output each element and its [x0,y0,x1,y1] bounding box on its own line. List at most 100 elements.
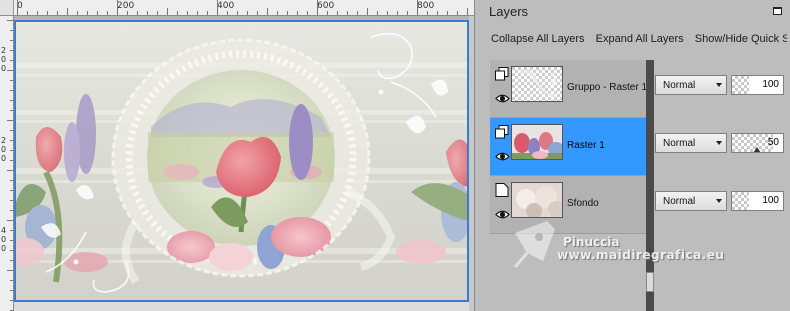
opacity-slider[interactable]: 50 [731,133,784,153]
group-layer-icon [495,125,509,139]
vertical-ruler: 2 0 0 2 0 0 4 0 0 [0,16,14,311]
ruler-label: 0 [1,154,7,163]
layer-controls-sfondo: Normal 100 [655,191,790,213]
layer-row-raster-1[interactable]: Raster 1 [490,118,646,176]
ruler-label: 0 [1,145,7,154]
ruler-label: 2 [1,136,7,145]
ruler-tick [10,250,13,251]
layer-controls-gruppo-raster-1: Normal 100 [655,75,790,97]
ruler-tick [10,300,13,301]
horizontal-scrollbar[interactable] [14,302,470,311]
group-layer-icon [495,67,509,81]
ruler-tick [177,11,178,15]
ruler-tick [457,11,458,15]
restore-window-icon[interactable] [773,7,782,15]
blend-mode-value: Normal [663,80,696,91]
ruler-tick [397,11,398,15]
show-hide-quick-button[interactable]: Show/Hide Quick S [695,33,787,45]
watermark: Pinuccia www.maidiregrafica.eu [505,215,765,275]
layer-thumbnail [511,66,563,102]
ruler-tick [347,11,348,15]
canvas-panel: 0 200 400 600 800 2 0 0 2 0 0 4 0 0 [0,0,474,311]
ruler-tick [407,11,408,15]
layer-row-gruppo-raster-1[interactable]: Gruppo - Raster 1 [490,60,647,118]
scrollbar-thumb[interactable] [646,272,654,292]
visibility-eye-icon[interactable] [495,93,510,104]
ruler-tick [17,0,18,15]
ruler-tick [147,11,148,15]
ruler-tick [327,11,328,15]
ruler-tick [37,11,38,15]
ruler-tick [207,11,208,15]
layer-controls-raster-1: Normal 50 [655,133,790,155]
ruler-corner [0,0,14,15]
artwork [16,22,467,300]
ruler-label: 0 [1,235,7,244]
ruler-tick [77,11,78,15]
blend-mode-value: Normal [663,196,696,207]
ruler-tick [227,11,228,15]
watermark-name: Pinuccia [563,235,620,249]
ruler-tick [7,120,13,121]
ruler-label: 200 [117,1,135,11]
layer-list: Gruppo - Raster 1 Raster 1 Sfondo [490,60,647,234]
canvas-image[interactable] [14,20,469,302]
ruler-tick [137,11,138,15]
layers-toolbar: Collapse All Layers Expand All Layers Sh… [491,33,787,47]
collapse-all-layers-button[interactable]: Collapse All Layers [491,33,585,45]
opacity-value: 50 [767,137,779,148]
panel-title: Layers [489,4,529,19]
ruler-tick [10,150,13,151]
ruler-tick [10,30,13,31]
ruler-tick [10,180,13,181]
ruler-tick [387,11,388,15]
ruler-tick [7,220,13,221]
ruler-tick [97,11,98,15]
ruler-tick [357,11,358,15]
ruler-tick [307,11,308,15]
ruler-tick [10,210,13,211]
ruler-tick [337,11,338,15]
blend-mode-dropdown[interactable]: Normal [655,75,727,95]
ruler-tick [47,11,48,15]
expand-all-layers-button[interactable]: Expand All Layers [596,33,684,45]
ruler-label: 0 [1,55,7,64]
blend-mode-value: Normal [663,138,696,149]
opacity-slider-handle[interactable] [753,147,761,152]
visibility-eye-icon[interactable] [495,151,510,162]
ruler-tick [10,280,13,281]
ruler-tick [10,190,13,191]
ruler-tick [10,40,13,41]
ruler-tick [247,11,248,15]
ruler-tick [10,200,13,201]
layer-thumbnail [511,124,563,160]
opacity-slider[interactable]: 100 [731,191,784,211]
opacity-slider[interactable]: 100 [731,75,784,95]
ruler-tick [10,110,13,111]
ruler-label: 0 [1,64,7,73]
ruler-tick [87,11,88,15]
layer-name: Raster 1 [567,140,605,151]
opacity-value: 100 [762,195,779,206]
ruler-tick [67,8,68,15]
ruler-tick [257,11,258,15]
ruler-tick [10,60,13,61]
ruler-tick [117,0,118,15]
ruler-tick [7,20,13,21]
ruler-label: 0 [1,244,7,253]
ruler-tick [377,11,378,15]
ruler-tick [427,11,428,15]
ruler-tick [217,0,218,15]
ruler-tick [277,11,278,15]
ruler-tick [437,11,438,15]
opacity-value: 100 [762,79,779,90]
ruler-tick [297,11,298,15]
blend-mode-dropdown[interactable]: Normal [655,191,727,211]
ruler-tick [367,8,368,15]
ruler-tick [10,130,13,131]
blend-mode-dropdown[interactable]: Normal [655,133,727,153]
ruler-tick [27,11,28,15]
ruler-tick [10,240,13,241]
ruler-tick [317,0,318,15]
ruler-tick [10,290,13,291]
